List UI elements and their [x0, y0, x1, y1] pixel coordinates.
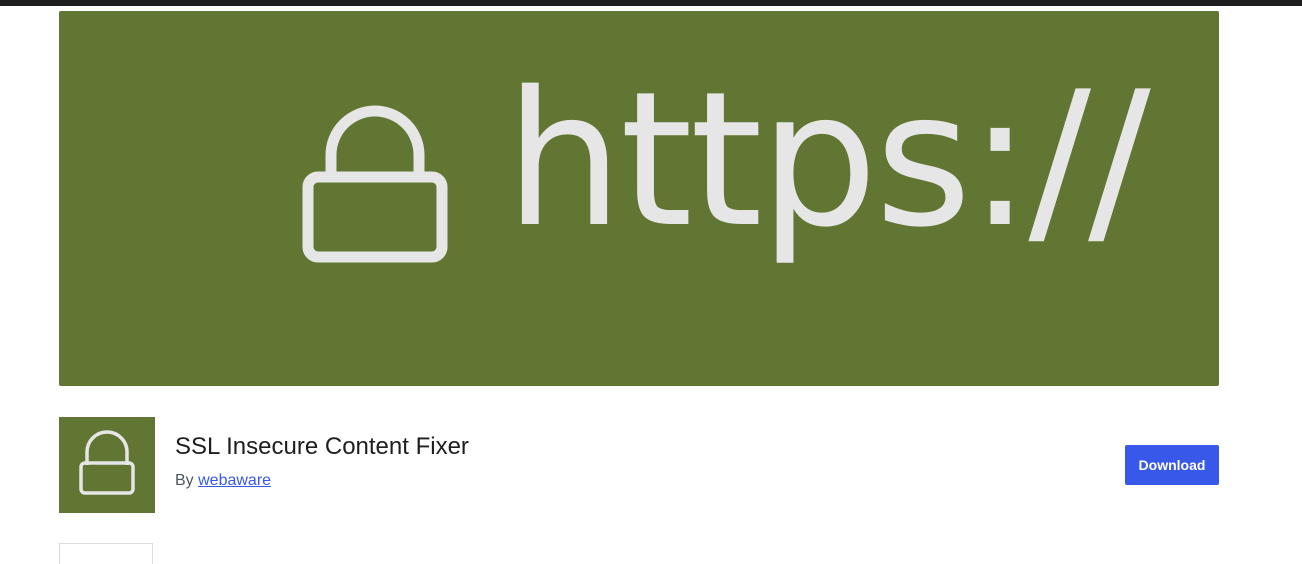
- plugin-banner: https://: [59, 11, 1219, 386]
- author-link[interactable]: webaware: [198, 472, 271, 489]
- banner-https-text: https://: [505, 51, 1151, 268]
- partial-tab[interactable]: [59, 543, 153, 564]
- plugin-title: SSL Insecure Content Fixer: [175, 433, 469, 460]
- plugin-byline: By webaware: [175, 471, 271, 491]
- plugin-icon: [59, 417, 155, 513]
- top-admin-bar: [0, 0, 1302, 6]
- banner-lock-icon: [302, 105, 448, 263]
- lock-icon: [79, 430, 135, 495]
- download-button[interactable]: Download: [1125, 445, 1219, 485]
- byline-prefix: By: [175, 472, 194, 489]
